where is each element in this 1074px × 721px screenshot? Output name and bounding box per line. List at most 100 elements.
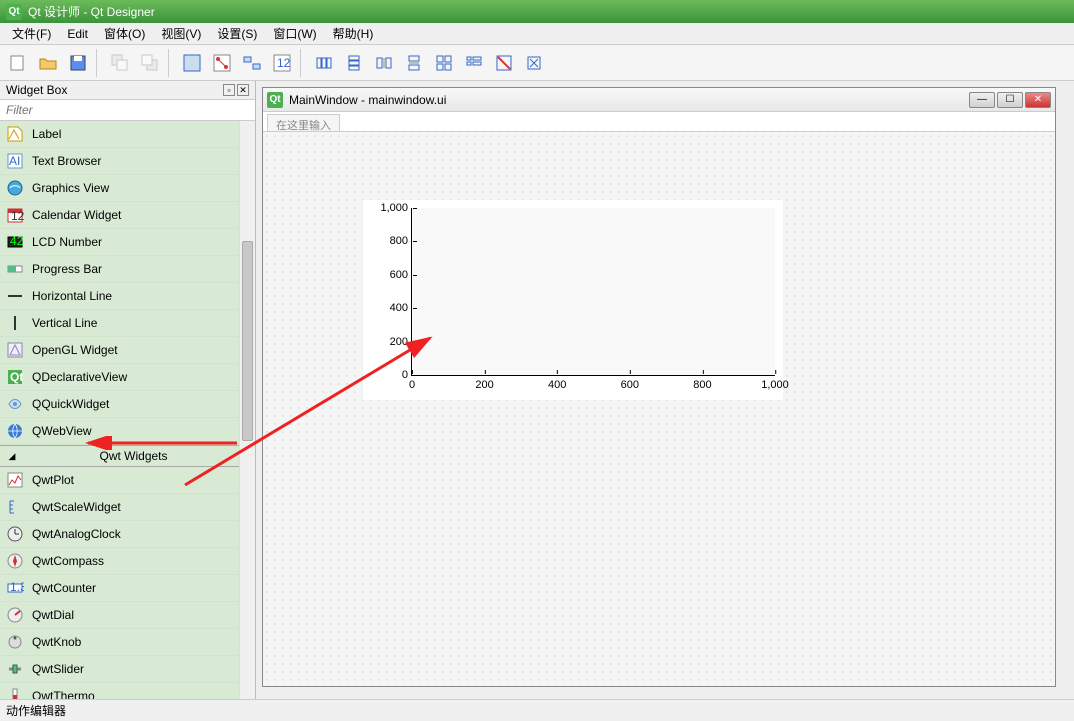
app-titlebar: Qt Qt 设计师 - Qt Designer [0,0,1074,23]
edit-tab-order-button[interactable]: 12 [268,49,296,77]
svg-text:Qt: Qt [10,370,23,384]
layout-h-splitter-button[interactable] [370,49,398,77]
dock-float-button[interactable]: ▫ [223,84,235,96]
menu-help[interactable]: 帮助(H) [325,23,382,44]
widget-item-lcd-number[interactable]: 42LCD Number [0,229,255,256]
widget-item-label: QwtKnob [32,635,81,649]
widget-item-label: Horizontal Line [32,289,112,303]
new-form-button[interactable] [4,49,32,77]
edit-widgets-button[interactable] [178,49,206,77]
menu-edit[interactable]: Edit [59,25,96,43]
x-tick: 1,000 [761,375,789,391]
toolbar: 12 [0,45,1074,81]
menu-window[interactable]: 窗口(W) [265,23,324,44]
scrollbar-thumb[interactable] [242,241,253,441]
design-window-body[interactable]: 02004006008001,00002004006008001,000 [263,132,1055,686]
widget-item-label[interactable]: Label [0,121,255,148]
widget-item-qwtscalewidget[interactable]: QwtScaleWidget [0,494,255,521]
widget-item-qwtcounter[interactable]: 1.3QwtCounter [0,575,255,602]
widget-item-qwtplot[interactable]: QwtPlot [0,467,255,494]
widget-item-label: QwtThermo [32,689,95,699]
edit-signals-button[interactable] [208,49,236,77]
svg-text:42: 42 [10,234,24,248]
menu-file[interactable]: 文件(F) [4,23,59,44]
widget-item-label: QwtScaleWidget [32,500,121,514]
design-window-menubar[interactable]: 在这里输入 [263,112,1055,132]
save-button[interactable] [64,49,92,77]
label-icon [6,125,24,143]
send-back-button[interactable] [106,49,134,77]
widget-item-graphics-view[interactable]: Graphics View [0,175,255,202]
category-qwt-widgets[interactable]: ◢Qwt Widgets [0,445,255,467]
dock-title-label: Widget Box [6,83,67,97]
widget-item-qwtslider[interactable]: QwtSlider [0,656,255,683]
calendar-widget-icon: 12 [6,206,24,224]
minimize-button[interactable]: — [969,92,995,108]
widget-item-qwebview[interactable]: QWebView [0,418,255,445]
lcd-number-icon: 42 [6,233,24,251]
widget-item-label: Vertical Line [32,316,97,330]
qt-logo-icon: Qt [6,4,22,20]
widget-item-qwtcompass[interactable]: QwtCompass [0,548,255,575]
plot-axes: 02004006008001,00002004006008001,000 [411,208,775,376]
maximize-button[interactable]: ☐ [997,92,1023,108]
widget-item-horizontal-line[interactable]: Horizontal Line [0,283,255,310]
bring-front-button[interactable] [136,49,164,77]
widget-item-label: Calendar Widget [32,208,121,222]
widget-item-qwtanalogclock[interactable]: QwtAnalogClock [0,521,255,548]
menu-settings[interactable]: 设置(S) [209,23,265,44]
widget-item-label: QwtSlider [32,662,84,676]
layout-grid-button[interactable] [430,49,458,77]
design-window[interactable]: Qt MainWindow - mainwindow.ui — ☐ ✕ 在这里输… [262,87,1056,687]
y-tick: 400 [368,302,412,314]
widget-list[interactable]: Label AIText BrowserGraphics View 12 Calend… [0,121,255,699]
toolbar-separator [168,49,174,77]
layout-v-splitter-button[interactable] [400,49,428,77]
design-canvas: Qt MainWindow - mainwindow.ui — ☐ ✕ 在这里输… [256,81,1074,699]
qwtplot-icon [6,471,24,489]
filter-input[interactable] [0,100,255,120]
menu-placeholder[interactable]: 在这里输入 [267,114,340,131]
design-window-titlebar: Qt MainWindow - mainwindow.ui — ☐ ✕ [263,88,1055,112]
menu-form[interactable]: 窗体(O) [96,23,153,44]
break-layout-button[interactable] [490,49,518,77]
layout-form-button[interactable] [460,49,488,77]
widget-item-label: Label [32,127,61,141]
edit-buddies-button[interactable] [238,49,266,77]
statusbar: 动作编辑器 [0,699,1074,721]
menu-view[interactable]: 视图(V) [153,23,209,44]
widget-item-label: Progress Bar [32,262,102,276]
dock-close-button[interactable]: ✕ [237,84,249,96]
adjust-size-button[interactable] [520,49,548,77]
qwtdial-icon [6,606,24,624]
widget-item-qdeclarativeview[interactable]: QtQDeclarativeView [0,364,255,391]
widget-item-qwtdial[interactable]: QwtDial [0,602,255,629]
qwtplot-widget[interactable]: 02004006008001,00002004006008001,000 [363,200,783,400]
widget-item-label: QwtAnalogClock [32,527,121,541]
widget-item-qwtthermo[interactable]: QwtThermo [0,683,255,699]
widget-item-vertical-line[interactable]: Vertical Line [0,310,255,337]
svg-text:12: 12 [11,209,24,223]
progress-bar-icon [6,260,24,278]
widget-item-label: QwtCompass [32,554,104,568]
dock-title: Widget Box ▫ ✕ [0,81,255,100]
close-button[interactable]: ✕ [1025,92,1051,108]
category-label: Qwt Widgets [18,449,249,463]
x-tick: 0 [409,375,415,391]
scrollbar[interactable] [239,121,255,699]
widget-item-progress-bar[interactable]: Progress Bar [0,256,255,283]
qt-logo-icon: Qt [267,92,283,108]
widget-item-calendar-widget[interactable]: 12 Calendar Widget [0,202,255,229]
x-tick: 600 [621,375,639,391]
widget-item-qquickwidget[interactable]: QQuickWidget [0,391,255,418]
y-tick: 600 [368,269,412,281]
layout-vertical-button[interactable] [340,49,368,77]
qwtanalogclock-icon [6,525,24,543]
widget-item-label: QWebView [32,424,92,438]
widget-item-opengl-widget[interactable]: OpenGL Widget [0,337,255,364]
widget-item-text-browser[interactable]: AIText Browser [0,148,255,175]
layout-horizontal-button[interactable] [310,49,338,77]
x-tick: 400 [548,375,566,391]
open-button[interactable] [34,49,62,77]
widget-item-qwtknob[interactable]: QwtKnob [0,629,255,656]
